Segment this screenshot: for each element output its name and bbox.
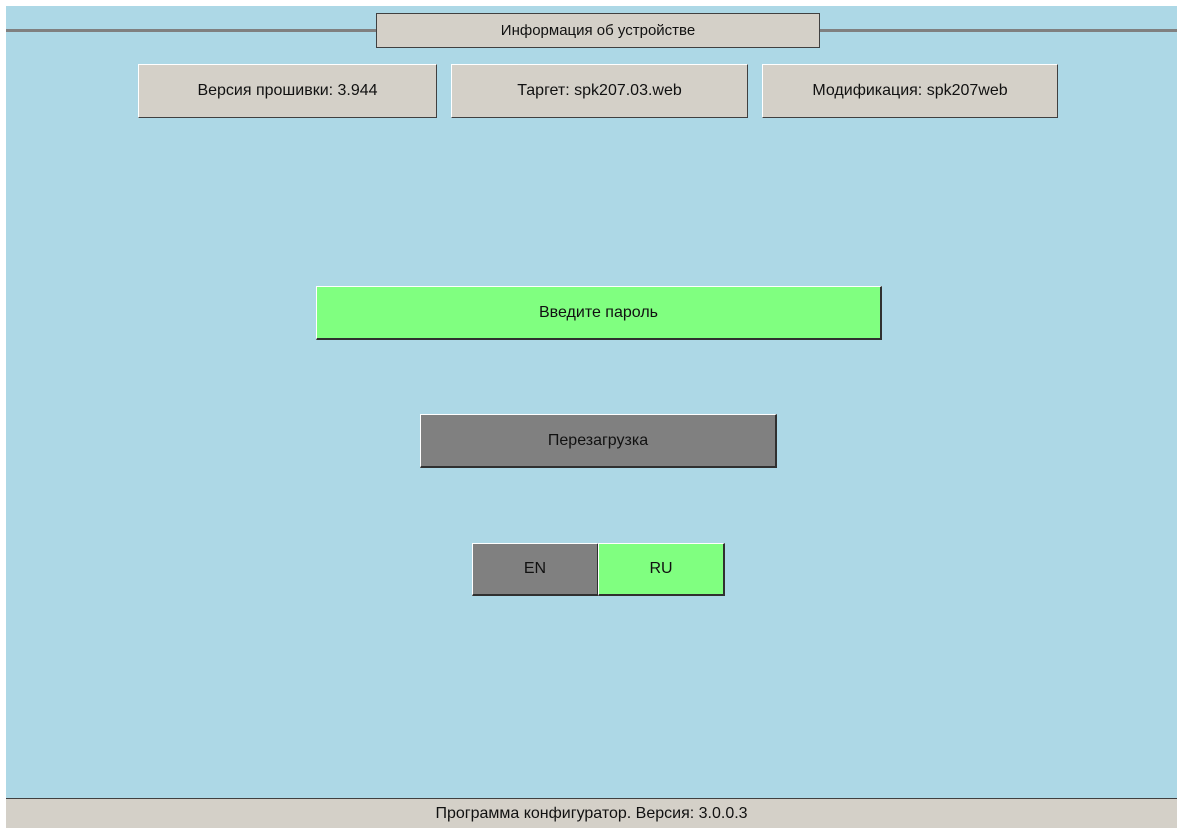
device-info-title-text: Информация об устройстве: [500, 22, 696, 39]
target-text: Таргет: spk207.03.web: [517, 82, 682, 99]
app-version-text: Программа конфигуратор. Версия: 3.0.0.3: [435, 804, 748, 822]
modification-box: Модификация: spk207web: [762, 64, 1058, 118]
main-screen: Информация об устройстве Версия прошивки…: [6, 6, 1177, 828]
header-divider-left: [6, 29, 378, 32]
modification-text: Модификация: spk207web: [812, 82, 1008, 99]
firmware-version-box: Версия прошивки: 3.944: [138, 64, 437, 118]
language-ru-button[interactable]: RU: [598, 543, 725, 596]
status-bar: Программа конфигуратор. Версия: 3.0.0.3: [6, 798, 1177, 828]
firmware-version-text: Версия прошивки: 3.944: [197, 82, 378, 99]
reboot-label: Перезагрузка: [547, 431, 649, 449]
language-ru-label: RU: [649, 560, 673, 577]
target-box: Таргет: spk207.03.web: [451, 64, 748, 118]
enter-password-button[interactable]: Введите пароль: [316, 286, 882, 340]
header-divider-right: [818, 29, 1177, 32]
enter-password-label: Введите пароль: [539, 303, 658, 321]
reboot-button[interactable]: Перезагрузка: [420, 414, 777, 468]
device-info-title: Информация об устройстве: [376, 13, 820, 48]
language-en-button[interactable]: EN: [472, 543, 599, 596]
language-en-label: EN: [523, 560, 547, 577]
